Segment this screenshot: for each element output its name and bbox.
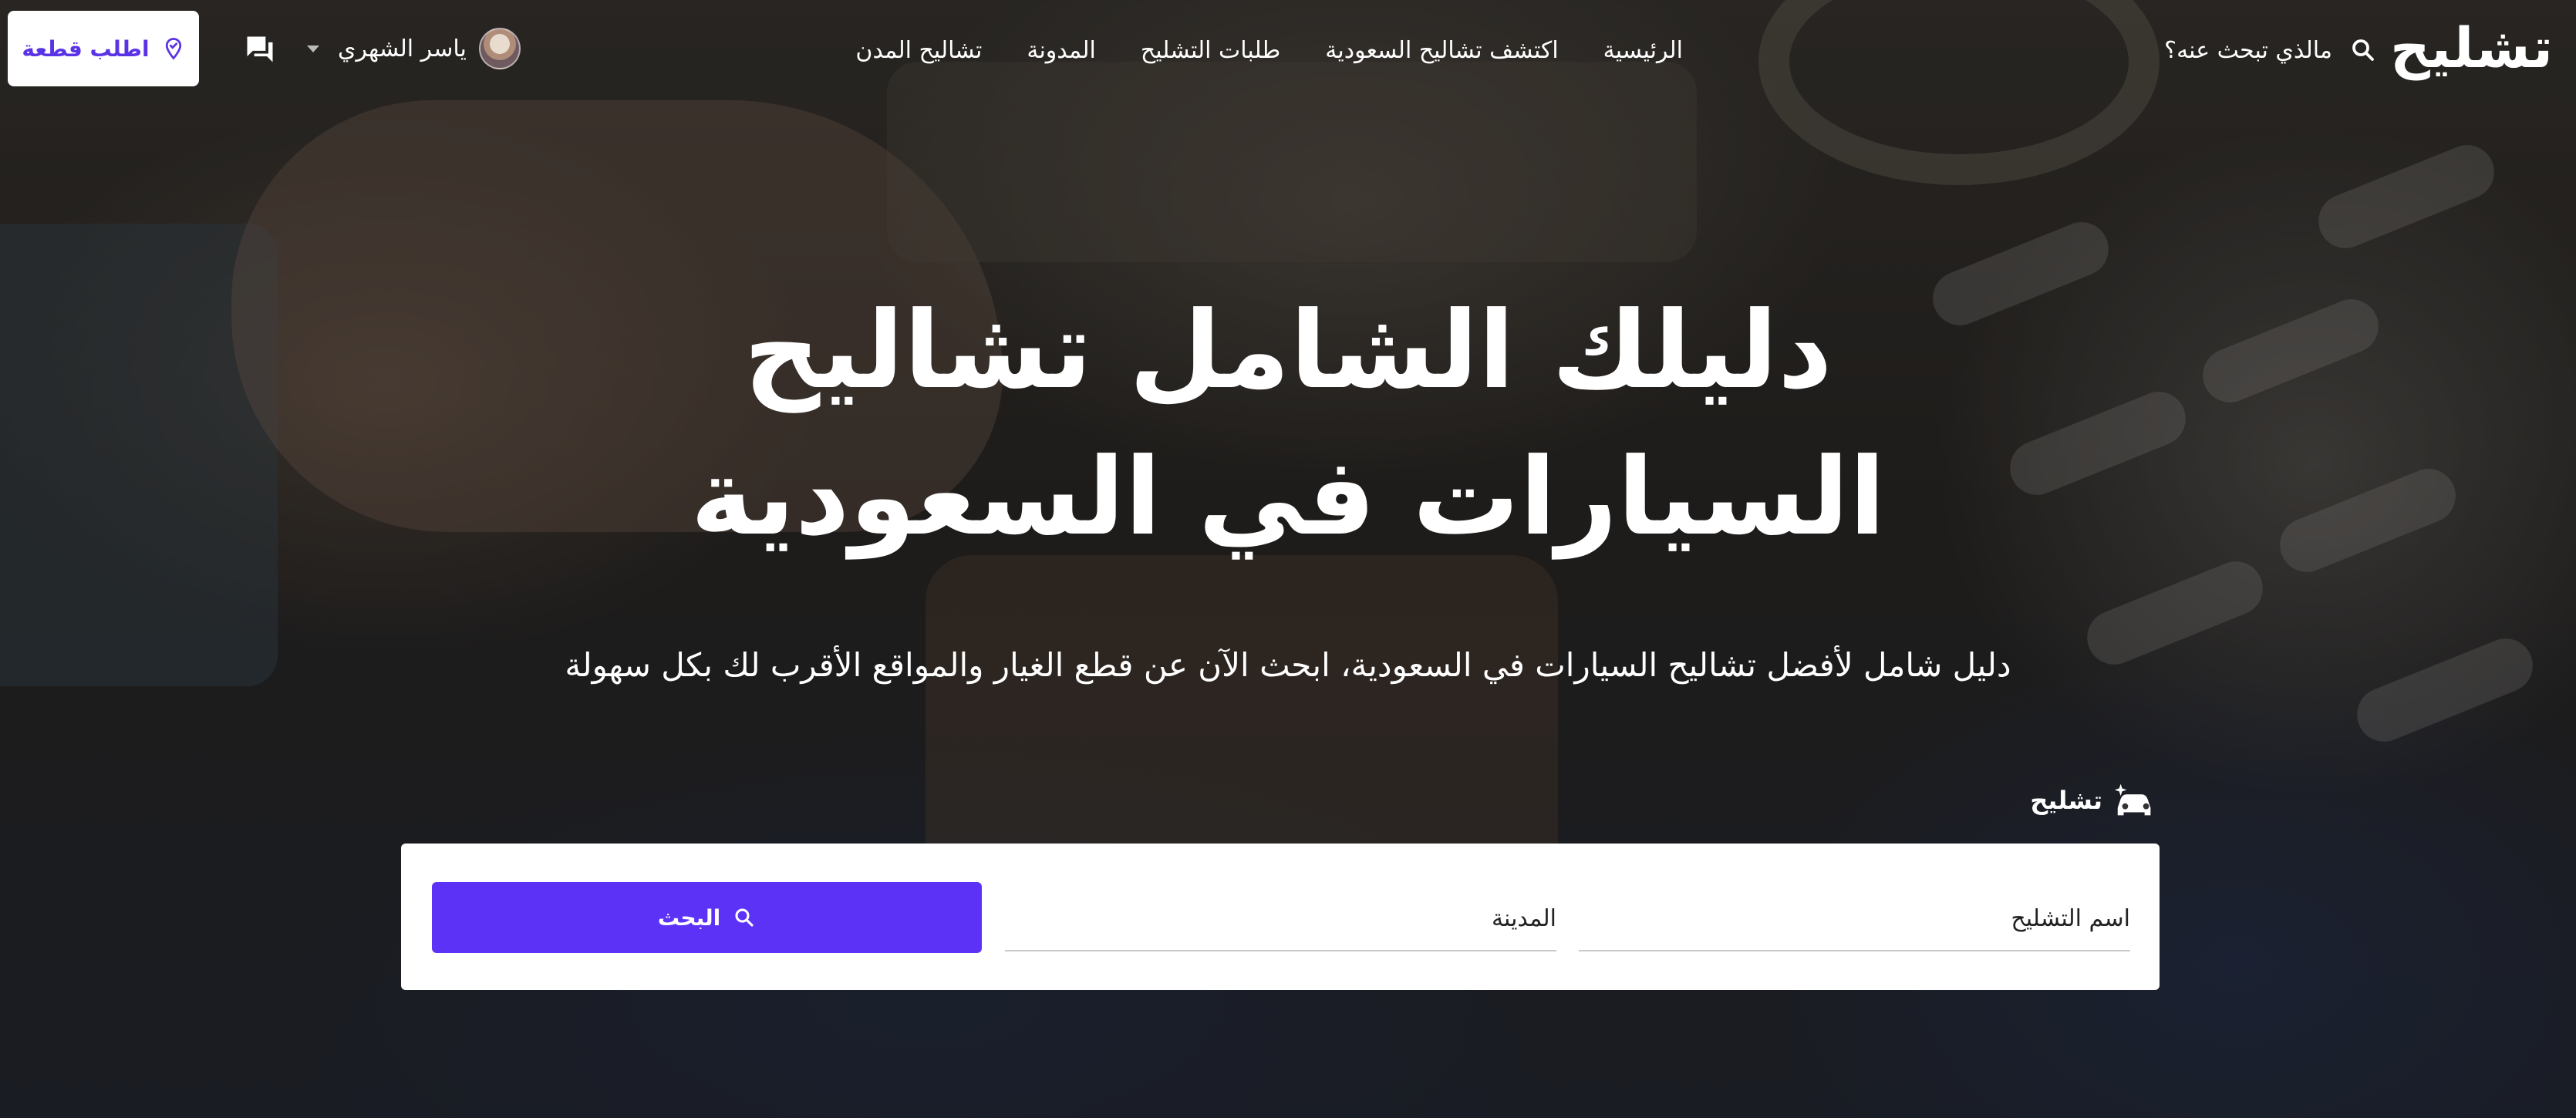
- header-search[interactable]: مالذي تبحث عنه؟: [2164, 31, 2377, 69]
- chat-icon[interactable]: [242, 32, 278, 66]
- user-name: ياسر الشهري: [338, 35, 467, 62]
- nav-home[interactable]: الرئيسية: [1603, 37, 1683, 64]
- search-card: اسم التشليح المدينة البحث: [401, 844, 2160, 990]
- city-field[interactable]: المدينة: [1005, 887, 1556, 951]
- search-button[interactable]: البحث: [432, 882, 982, 953]
- nav-discover[interactable]: اكتشف تشاليح السعودية: [1325, 37, 1558, 64]
- nav-requests[interactable]: طلبات التشليح: [1141, 37, 1280, 64]
- main-nav: الرئيسية اكتشف تشاليح السعودية طلبات الت…: [855, 31, 1683, 69]
- avatar: [478, 28, 521, 69]
- user-menu[interactable]: ياسر الشهري: [307, 25, 521, 72]
- hero-title: دليلك الشامل تشاليح السيارات في السعودية: [671, 278, 1905, 571]
- scrapyard-name-placeholder: اسم التشليح: [2011, 904, 2130, 932]
- nav-blog[interactable]: المدونة: [1027, 37, 1096, 64]
- hero-subtitle: دليل شامل لأفضل تشاليح السيارات في السعو…: [565, 646, 2011, 684]
- site-logo[interactable]: تشليح: [2390, 9, 2553, 86]
- nav-cities[interactable]: تشاليح المدن: [855, 37, 982, 64]
- chevron-down-icon: [307, 45, 319, 52]
- hero-title-line1: دليلك الشامل تشاليح: [743, 288, 1833, 413]
- search-icon: [2352, 39, 2374, 61]
- search-button-label: البحث: [657, 904, 721, 931]
- search-category-tag: تشليح: [2030, 776, 2160, 825]
- city-placeholder: المدينة: [1491, 904, 1556, 932]
- location-pin-icon: [165, 38, 181, 60]
- search-icon: [735, 908, 754, 927]
- navbar: تشليح مالذي تبحث عنه؟ الرئيسية اكتشف تشا…: [0, 0, 2576, 99]
- order-part-button[interactable]: اطلب قطعة: [8, 11, 199, 86]
- scrapyard-name-field[interactable]: اسم التشليح: [1579, 887, 2130, 951]
- car-sparkle-icon: [2114, 783, 2151, 816]
- search-category-label: تشليح: [2030, 786, 2102, 815]
- order-part-label: اطلب قطعة: [22, 35, 150, 62]
- header-search-label: مالذي تبحث عنه؟: [2164, 36, 2332, 64]
- hero-title-line2: السيارات في السعودية: [690, 435, 1886, 559]
